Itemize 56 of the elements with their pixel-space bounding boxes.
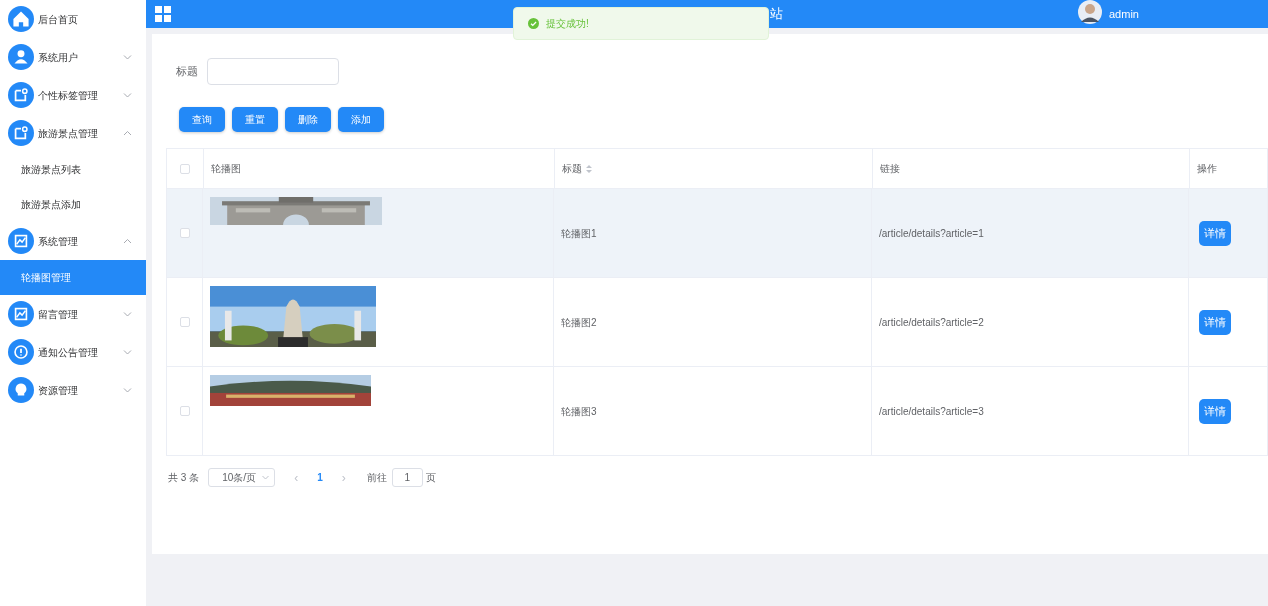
bulb-icon (8, 377, 34, 403)
submenu-item[interactable]: 旅游景点添加 (0, 187, 146, 222)
title-input[interactable] (207, 58, 339, 85)
table-cell-text: /article/details?article=2 (879, 315, 984, 330)
username: admin (1109, 7, 1139, 22)
image-icon (8, 301, 34, 327)
site-title: 站 (770, 5, 783, 23)
goto-label: 前往 (366, 471, 387, 485)
action-button[interactable]: 删除 (285, 107, 331, 132)
menu-item[interactable]: 资源管理 (0, 371, 146, 409)
column-title: 链接 (880, 162, 900, 176)
menu-item[interactable]: 通知公告管理 (0, 333, 146, 371)
table-cell-text: 轮播图2 (561, 315, 597, 330)
table-cell-text: /article/details?article=3 (879, 404, 984, 419)
menu-item[interactable]: 个性标签管理 (0, 76, 146, 114)
checkbox[interactable] (179, 317, 190, 327)
menu-item[interactable]: 后台首页 (0, 0, 146, 38)
submenu-item[interactable]: 旅游景点列表 (0, 152, 146, 187)
goto-suffix: 页 (425, 471, 436, 485)
table-cell-text: 轮播图3 (561, 404, 597, 419)
user-icon (8, 44, 34, 70)
home-icon (8, 6, 34, 32)
detail-button[interactable]: 详情 (1199, 309, 1231, 335)
checkbox[interactable] (180, 163, 190, 174)
sort-icon[interactable] (586, 164, 592, 173)
check-icon (528, 18, 539, 29)
grid-menu-icon[interactable] (155, 6, 171, 22)
tag-icon (8, 82, 34, 108)
column-title: 标题 (562, 162, 582, 176)
table-cell-text: 轮播图1 (561, 226, 597, 241)
avatar[interactable] (1078, 0, 1102, 24)
total-count: 共 3 条 (168, 471, 200, 485)
table-cell-text: /article/details?article=1 (879, 226, 984, 241)
column-title: 操作 (1197, 162, 1217, 176)
action-button[interactable]: 查询 (179, 107, 225, 132)
action-button[interactable]: 添加 (338, 107, 384, 132)
checkbox[interactable] (179, 406, 190, 416)
menu-item[interactable]: 旅游景点管理 (0, 114, 146, 152)
detail-button[interactable]: 详情 (1199, 398, 1231, 424)
checkbox[interactable] (179, 228, 190, 238)
detail-button[interactable]: 详情 (1199, 220, 1231, 246)
toast-message: 提交成功! (546, 17, 589, 31)
image-icon (8, 228, 34, 254)
page-number[interactable]: 1 (317, 470, 323, 485)
page-input[interactable]: 1 (391, 468, 423, 487)
tag-icon (8, 120, 34, 146)
column-title: 轮播图 (211, 162, 241, 176)
info-icon (8, 339, 34, 365)
menu-item[interactable]: 系统用户 (0, 38, 146, 76)
field-label: 标题 (176, 64, 198, 80)
submenu-item[interactable]: 轮播图管理 (0, 260, 146, 295)
action-button[interactable]: 重置 (232, 107, 278, 132)
page-size-select[interactable]: 10条/页 (208, 468, 276, 487)
menu-item[interactable]: 系统管理 (0, 222, 146, 260)
menu-item[interactable]: 留言管理 (0, 295, 146, 333)
caret-icon (262, 475, 270, 480)
